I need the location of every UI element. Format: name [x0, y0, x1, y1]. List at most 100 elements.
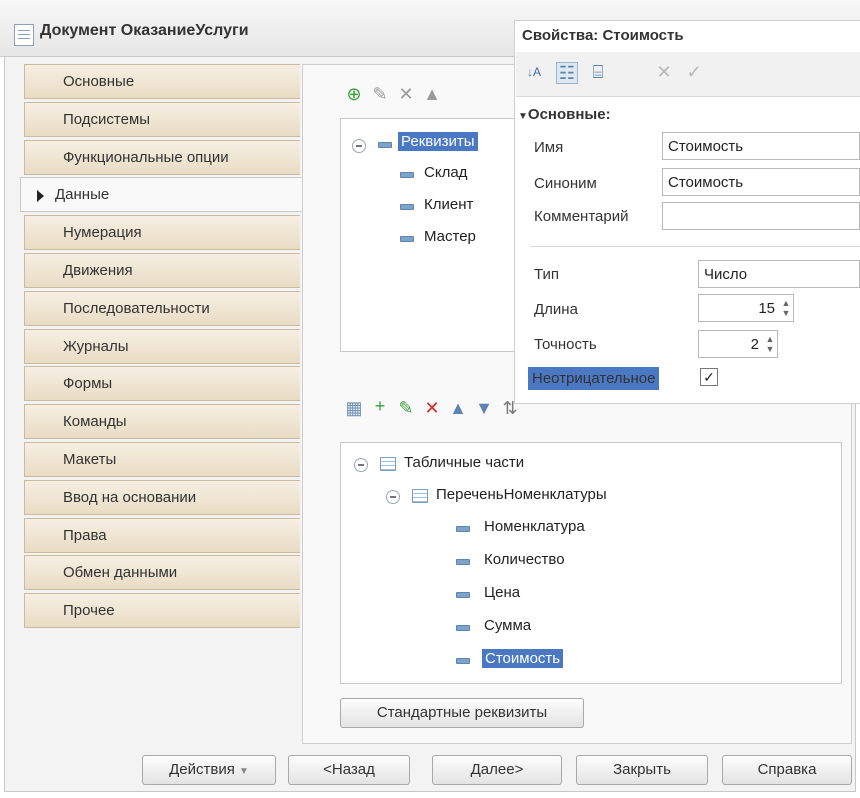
delete-icon[interactable]: ✕: [422, 398, 442, 418]
precision-label: Точность: [534, 336, 597, 353]
tab-label: Последовательности: [63, 299, 210, 317]
tab-8[interactable]: Журналы: [24, 328, 300, 364]
synonym-field[interactable]: Стоимость: [662, 168, 860, 196]
collapse-icon[interactable]: [354, 458, 368, 472]
tab-14[interactable]: Обмен данными: [24, 555, 300, 591]
group-main-header[interactable]: ▼Основные:: [518, 106, 611, 123]
move-down-icon[interactable]: ▼: [474, 398, 494, 418]
table-icon: [380, 457, 396, 471]
comment-label: Комментарий: [534, 208, 629, 225]
tabular-parts-tree[interactable]: [340, 442, 842, 684]
tree-root-tabular[interactable]: Табличные части: [404, 454, 524, 471]
tree-section[interactable]: ПереченьНоменклатуры: [436, 486, 607, 503]
tab-10[interactable]: Команды: [24, 404, 300, 440]
tab-5[interactable]: Нумерация: [24, 215, 300, 251]
tab-label: Команды: [63, 413, 127, 431]
add-column-icon[interactable]: +: [370, 396, 390, 416]
tab-label: Движения: [63, 262, 133, 279]
tab-label: Данные: [55, 186, 110, 204]
precision-field[interactable]: 2 ▲ ▼: [698, 330, 778, 358]
dropdown-arrow-icon: ▼: [239, 766, 249, 777]
attribute-icon: [400, 204, 414, 210]
properties-title: Свойства: Стоимость: [522, 27, 684, 44]
tree-item[interactable]: Количество: [484, 551, 565, 568]
attribute-icon: [400, 172, 414, 178]
type-label: Тип: [534, 266, 560, 283]
tab-label: Функциональные опции: [63, 148, 229, 166]
collapse-icon[interactable]: [352, 139, 366, 153]
document-icon: [14, 24, 34, 46]
confirm-icon[interactable]: ✓: [684, 62, 704, 82]
back-button[interactable]: <Назад: [288, 755, 410, 785]
tree-item-selected[interactable]: Стоимость: [482, 649, 564, 668]
length-value: 15: [758, 300, 775, 317]
tab-6[interactable]: Движения: [24, 253, 300, 288]
add-table-icon[interactable]: ▦: [344, 398, 364, 418]
nonnegative-checkbox[interactable]: ✓: [700, 368, 718, 386]
tab-15[interactable]: Прочее: [24, 593, 300, 629]
length-label: Длина: [534, 301, 578, 318]
move-up-icon[interactable]: ▲: [448, 398, 468, 418]
tab-9[interactable]: Формы: [24, 366, 300, 402]
delete-icon[interactable]: ✕: [396, 84, 416, 104]
active-tab-arrow-icon: [37, 190, 44, 203]
divider: [530, 246, 860, 247]
tab-3[interactable]: Функциональные опции: [24, 139, 300, 175]
tab-label: Прочее: [63, 602, 115, 620]
tree-item[interactable]: Сумма: [484, 617, 531, 634]
tab-label: Подсистемы: [63, 110, 151, 128]
name-label: Имя: [534, 139, 564, 156]
attribute-icon: [456, 625, 470, 631]
tree-item[interactable]: Клиент: [424, 196, 473, 213]
tab-4[interactable]: Данные: [20, 177, 304, 213]
standard-attributes-button[interactable]: Стандартные реквизиты: [340, 698, 584, 728]
spin-icon[interactable]: ▲ ▼: [765, 334, 775, 354]
collapse-arrow-icon: ▼: [518, 111, 528, 122]
comment-field[interactable]: [662, 202, 860, 230]
tab-12[interactable]: Ввод на основании: [24, 479, 300, 515]
tab-13[interactable]: Права: [24, 517, 300, 553]
tab-label: Формы: [63, 375, 113, 393]
help-button[interactable]: Справка: [722, 755, 852, 785]
actions-label: Действия: [169, 761, 235, 778]
tree-item[interactable]: Цена: [484, 584, 520, 601]
tree-item[interactable]: Номенклатура: [484, 518, 585, 535]
synonym-label: Синоним: [534, 175, 597, 192]
tree-item[interactable]: Склад: [424, 164, 467, 181]
tab-label: Обмен данными: [63, 564, 178, 582]
categories-icon[interactable]: ☷: [556, 62, 578, 84]
move-up-icon[interactable]: ▲: [422, 84, 442, 104]
tab-7[interactable]: Последовательности: [24, 290, 300, 326]
tree-item[interactable]: Мастер: [424, 228, 476, 245]
tab-2[interactable]: Подсистемы: [24, 101, 300, 137]
tab-label: Макеты: [63, 451, 117, 468]
tree-root-attributes[interactable]: Реквизиты: [398, 132, 478, 151]
filter-icon[interactable]: ⌸: [588, 62, 608, 82]
tab-label: Основные: [63, 73, 135, 90]
collapse-icon[interactable]: [386, 490, 400, 504]
spin-icon[interactable]: ▲ ▼: [781, 298, 791, 318]
attribute-icon: [378, 142, 392, 148]
name-field[interactable]: Стоимость: [662, 132, 860, 160]
length-field[interactable]: 15 ▲ ▼: [698, 294, 794, 322]
tab-label: Ввод на основании: [63, 488, 197, 506]
next-button[interactable]: Далее>: [432, 755, 562, 785]
attribute-icon: [456, 658, 470, 664]
clear-icon[interactable]: ✕: [654, 62, 674, 82]
nonnegative-label: Неотрицательное: [528, 367, 660, 390]
tab-1[interactable]: Основные: [24, 64, 300, 99]
sort-alpha-icon[interactable]: ↓A: [524, 62, 544, 82]
tab-11[interactable]: Макеты: [24, 442, 300, 477]
edit-icon[interactable]: ✎: [370, 84, 390, 104]
actions-button[interactable]: Действия ▼: [142, 755, 276, 785]
attribute-icon: [456, 559, 470, 565]
type-field[interactable]: Число: [698, 260, 860, 288]
edit-icon[interactable]: ✎: [396, 398, 416, 418]
tab-label: Журналы: [63, 337, 129, 355]
close-button[interactable]: Закрыть: [576, 755, 708, 785]
precision-value: 2: [750, 336, 759, 353]
tab-label: Нумерация: [63, 224, 142, 242]
add-icon[interactable]: ⊕: [344, 84, 364, 104]
table-icon: [412, 489, 428, 503]
attribute-icon: [400, 236, 414, 242]
